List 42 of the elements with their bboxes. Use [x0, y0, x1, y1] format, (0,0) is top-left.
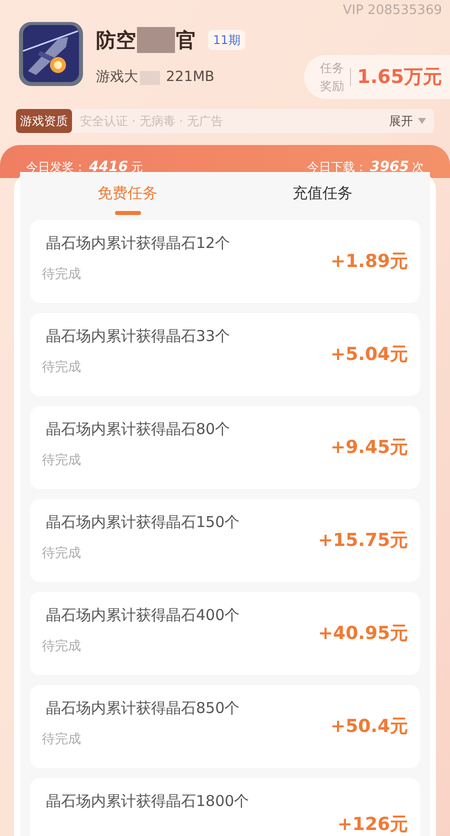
- size-label: 游戏大: [96, 68, 138, 87]
- task-card[interactable]: 晶石场内累计获得晶石12个 待完成 +1.89元: [30, 220, 420, 303]
- issue-badge: 11期: [208, 30, 246, 50]
- task-card[interactable]: 晶石场内累计获得晶石150个 待完成 +15.75元: [30, 499, 420, 582]
- game-size: 221MB: [166, 68, 214, 87]
- qualification-tag: 游戏资质: [16, 109, 72, 133]
- game-title: 防空: [96, 27, 136, 54]
- expand-button[interactable]: 展开: [389, 112, 426, 130]
- task-status: 待完成: [42, 452, 82, 470]
- task-title: 晶石场内累计获得晶石33个: [46, 326, 230, 347]
- task-card[interactable]: 晶石场内累计获得晶石33个 待完成 +5.04元: [30, 313, 420, 396]
- task-card[interactable]: 晶石场内累计获得晶石850个 待完成 +50.4元: [30, 685, 420, 768]
- game-icon: [18, 21, 84, 87]
- task-card[interactable]: 晶石场内累计获得晶石400个 待完成 +40.95元: [30, 592, 420, 675]
- task-title: 晶石场内累计获得晶石12个: [46, 233, 230, 254]
- task-status: 待完成: [42, 358, 82, 376]
- task-title: 晶石场内累计获得晶石400个: [46, 605, 240, 626]
- reward-label: 奖励: [320, 78, 344, 95]
- reward-amount: 1.65万元: [357, 64, 442, 90]
- task-status: 待完成: [42, 266, 82, 284]
- tab-indicator: [114, 210, 140, 214]
- task-reward: +50.4元: [330, 715, 408, 739]
- task-reward: +1.89元: [330, 250, 408, 274]
- task-status: 待完成: [42, 544, 82, 562]
- task-title: 晶石场内累计获得晶石1800个: [46, 791, 250, 812]
- task-reward: +126元: [337, 813, 408, 836]
- task-title: 晶石场内累计获得晶石850个: [46, 698, 240, 719]
- task-reward: +9.45元: [330, 436, 408, 460]
- task-reward: +15.75元: [318, 529, 408, 553]
- task-status: 待完成: [42, 638, 82, 656]
- game-title: 官: [176, 27, 196, 54]
- task-reward: +40.95元: [318, 622, 408, 646]
- task-reward: +5.04元: [330, 343, 408, 367]
- task-card[interactable]: 晶石场内累计获得晶石1800个 +126元: [30, 778, 420, 836]
- task-card[interactable]: 晶石场内累计获得晶石80个 待完成 +9.45元: [30, 406, 420, 489]
- task-status: 待完成: [42, 730, 82, 748]
- vip-id: VIP 208535369: [342, 4, 442, 17]
- reward-label: 任务: [320, 60, 344, 77]
- redaction-block: [137, 27, 175, 53]
- task-title: 晶石场内累计获得晶石80个: [46, 419, 230, 440]
- task-title: 晶石场内累计获得晶石150个: [46, 512, 240, 533]
- caret-icon: [418, 118, 426, 124]
